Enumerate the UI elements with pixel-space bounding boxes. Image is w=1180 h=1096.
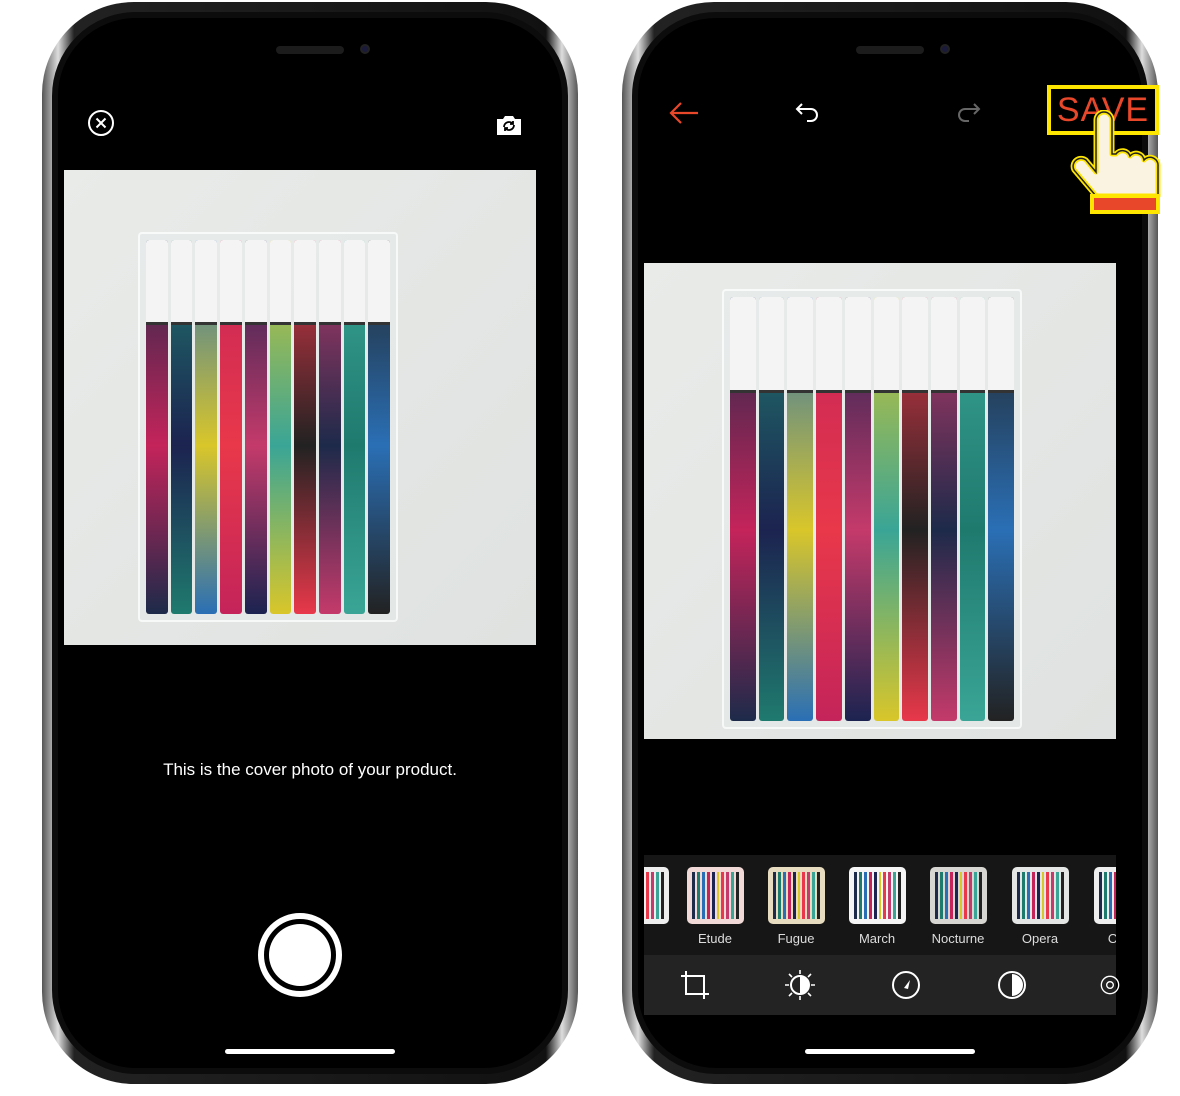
filter-thumbnail[interactable] xyxy=(1094,867,1116,924)
pen xyxy=(730,297,756,721)
edited-photo xyxy=(644,263,1116,739)
cover-photo xyxy=(64,170,536,645)
home-indicator xyxy=(225,1049,395,1054)
pen xyxy=(902,297,928,721)
brightness-icon[interactable] xyxy=(784,969,816,1001)
filter-thumbnail[interactable] xyxy=(849,867,906,924)
speaker xyxy=(856,46,924,54)
filter-label: Etude xyxy=(698,931,732,946)
speaker xyxy=(276,46,344,54)
home-indicator xyxy=(805,1049,975,1054)
filter-label: March xyxy=(858,931,896,946)
arrow-left-icon[interactable] xyxy=(666,98,702,128)
pen xyxy=(343,240,366,614)
filter-thumbnail[interactable] xyxy=(768,867,825,924)
pen xyxy=(787,297,814,721)
filter-strip[interactable]: eEtudeFugueMarchNocturneOperaOver xyxy=(644,855,1116,955)
filter-thumbnail[interactable] xyxy=(644,867,669,924)
crop-icon[interactable] xyxy=(680,969,710,1001)
pen xyxy=(368,240,391,614)
pen xyxy=(195,240,218,614)
pen xyxy=(816,297,842,721)
filter-label: Nocturne xyxy=(931,931,985,946)
camera-switch-icon[interactable] xyxy=(494,112,524,138)
pen xyxy=(294,240,316,614)
filter-label: Fugue xyxy=(777,931,815,946)
undo-icon[interactable] xyxy=(792,98,824,128)
pen xyxy=(988,297,1015,721)
pen xyxy=(146,240,168,614)
pen-box xyxy=(138,232,398,622)
pen xyxy=(220,240,242,614)
filter-thumbnail[interactable] xyxy=(1012,867,1069,924)
shutter-button[interactable] xyxy=(258,913,342,997)
more-icon[interactable] xyxy=(1100,969,1120,1001)
pen-box xyxy=(722,289,1022,729)
filter-label: Opera xyxy=(1021,931,1059,946)
pen xyxy=(170,240,193,614)
pen xyxy=(244,240,267,614)
redo-icon[interactable] xyxy=(952,98,984,128)
filter-label: Over xyxy=(1082,931,1116,946)
pen xyxy=(873,297,900,721)
front-camera xyxy=(940,44,950,54)
front-camera xyxy=(360,44,370,54)
gauge-icon[interactable] xyxy=(890,969,922,1001)
pen xyxy=(758,297,785,721)
hand-pointer-icon xyxy=(1070,110,1161,214)
pen xyxy=(318,240,341,614)
pen xyxy=(844,297,871,721)
phone-camera: This is the cover photo of your product. xyxy=(42,2,578,1084)
pen xyxy=(959,297,986,721)
filter-thumbnail[interactable] xyxy=(930,867,987,924)
pen xyxy=(930,297,957,721)
close-circle-icon[interactable] xyxy=(86,108,116,138)
filter-thumbnail[interactable] xyxy=(687,867,744,924)
pen xyxy=(269,240,292,614)
edit-toolbar xyxy=(644,955,1120,1015)
contrast-icon[interactable] xyxy=(996,969,1028,1001)
cover-photo-caption: This is the cover photo of your product. xyxy=(163,760,457,779)
